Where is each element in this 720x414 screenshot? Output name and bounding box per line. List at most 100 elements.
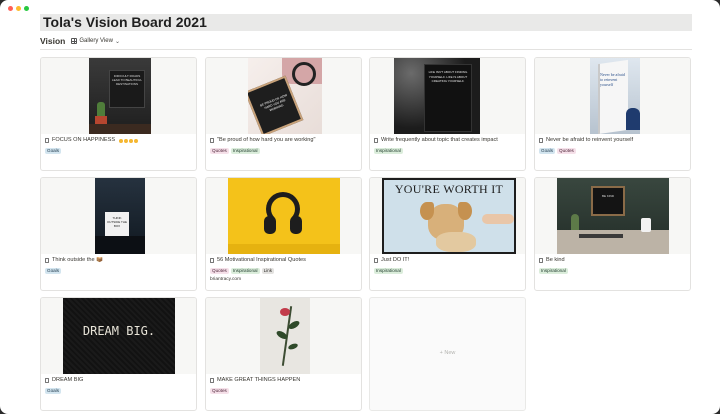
gallery-card[interactable]: BE KIND Be kind Inspirational xyxy=(534,177,691,291)
tag-goals: Goals xyxy=(45,268,62,274)
card-title-text: Never be afraid to reinvent yourself xyxy=(546,137,634,143)
new-card-button[interactable]: + New xyxy=(369,297,526,411)
app-window: Tola's Vision Board 2021 Vision Gallery … xyxy=(0,0,720,414)
tag-inspirational: Inspirational xyxy=(539,268,568,274)
card-title: Just DO IT! xyxy=(374,257,524,264)
card-title-text: Just DO IT! xyxy=(381,257,410,263)
tag-quotes: Quotes xyxy=(210,268,229,274)
card-cover: LIFE ISN'T ABOUT FINDING YOURSELF. LIFE … xyxy=(370,58,525,134)
cover-image: THINK OUTSIDE THE BOX xyxy=(95,178,145,254)
card-cover: YOU'RE WORTH IT xyxy=(370,178,525,254)
card-tags: Quotes Inspirational Link xyxy=(210,268,275,274)
card-title: 56 Motivational Inspirational Quotes xyxy=(210,257,360,264)
cover-image: DIFFICULT ROADS LEAD TO BEAUTIFUL DESTIN… xyxy=(89,58,151,134)
gallery-card[interactable]: DREAM BIG. DREAM BIG Goals xyxy=(40,297,197,411)
view-switcher[interactable]: Gallery View ⌄ xyxy=(71,38,120,45)
cover-image: BE PROUD OF HOW HARD YOU ARE WORKING xyxy=(248,58,322,134)
card-tags: Quotes Inspirational xyxy=(210,148,260,154)
card-cover: THINK OUTSIDE THE BOX xyxy=(41,178,196,254)
gallery-card[interactable]: BE PROUD OF HOW HARD YOU ARE WORKING "Be… xyxy=(205,57,362,171)
cover-text: Never be afraid to reinvent yourself xyxy=(600,72,625,87)
card-tags: Goals xyxy=(45,388,62,394)
card-tags: Inspirational xyxy=(374,148,403,154)
card-cover: BE PROUD OF HOW HARD YOU ARE WORKING xyxy=(206,58,361,134)
gallery-card[interactable]: DIFFICULT ROADS LEAD TO BEAUTIFUL DESTIN… xyxy=(40,57,197,171)
cover-image xyxy=(260,298,310,374)
cover-image: DREAM BIG. xyxy=(63,298,175,374)
page-icon xyxy=(539,138,543,143)
view-bar: Vision Gallery View ⌄ xyxy=(40,34,120,48)
cover-image: Never be afraid to reinvent yourself xyxy=(590,58,640,134)
card-cover: DREAM BIG. xyxy=(41,298,196,374)
card-title: MAKE GREAT THINGS HAPPEN xyxy=(210,377,360,384)
card-title: Write frequently about topic that create… xyxy=(374,137,524,144)
card-cover: Never be afraid to reinvent yourself xyxy=(535,58,690,134)
card-title-text: "Be proud of how hard you are working" xyxy=(217,137,316,143)
gallery-card[interactable]: 56 Motivational Inspirational Quotes Quo… xyxy=(205,177,362,291)
view-name[interactable]: Vision xyxy=(40,36,65,46)
page-icon xyxy=(210,138,214,143)
gallery-grid-icon xyxy=(71,38,78,44)
gallery-card[interactable]: LIFE ISN'T ABOUT FINDING YOURSELF. LIFE … xyxy=(369,57,526,171)
card-title: FOCUS ON HAPPINESS xyxy=(45,137,195,144)
cover-text: YOU'RE WORTH IT xyxy=(394,182,504,196)
tag-quotes: Quotes xyxy=(557,148,576,154)
card-tags: Goals Quotes xyxy=(539,148,576,154)
page-title[interactable]: Tola's Vision Board 2021 xyxy=(40,14,692,31)
card-title-text: Think outside the 📦 xyxy=(52,257,104,263)
tag-goals: Goals xyxy=(45,388,62,394)
page-icon xyxy=(374,138,378,143)
gallery-card[interactable]: YOU'RE WORTH IT Just DO IT! Inspirationa… xyxy=(369,177,526,291)
card-title: Be kind xyxy=(539,257,689,264)
card-cover: DIFFICULT ROADS LEAD TO BEAUTIFUL DESTIN… xyxy=(41,58,196,134)
minimize-window-button[interactable] xyxy=(16,6,21,11)
cover-image xyxy=(228,178,340,254)
card-title: DREAM BIG xyxy=(45,377,195,384)
tag-inspirational: Inspirational xyxy=(230,268,260,274)
cover-text: DIFFICULT ROADS LEAD TO BEAUTIFUL DESTIN… xyxy=(111,74,143,86)
page-icon xyxy=(539,258,543,263)
card-title-text: FOCUS ON HAPPINESS xyxy=(52,137,116,143)
card-tags: Quotes xyxy=(210,388,229,394)
tag-goals: Goals xyxy=(45,148,62,154)
cover-image: LIFE ISN'T ABOUT FINDING YOURSELF. LIFE … xyxy=(394,58,480,134)
cover-text: DREAM BIG. xyxy=(82,324,156,338)
view-switcher-label: Gallery View xyxy=(79,38,113,44)
card-tags: Goals xyxy=(45,268,62,274)
card-title-text: DREAM BIG xyxy=(52,377,84,383)
card-title-text: 56 Motivational Inspirational Quotes xyxy=(217,257,306,263)
card-tags: Goals xyxy=(45,148,62,154)
page-icon xyxy=(374,258,378,263)
card-title-text: Be kind xyxy=(546,257,565,263)
tag-inspirational: Inspirational xyxy=(374,148,403,154)
card-title-text: MAKE GREAT THINGS HAPPEN xyxy=(217,377,301,383)
page-icon xyxy=(45,378,49,383)
gallery-card[interactable]: Never be afraid to reinvent yourself Nev… xyxy=(534,57,691,171)
maximize-window-button[interactable] xyxy=(24,6,29,11)
gallery-card[interactable]: THINK OUTSIDE THE BOX Think outside the … xyxy=(40,177,197,291)
emoji-icons xyxy=(119,138,139,143)
page-icon xyxy=(210,258,214,263)
tag-inspirational: Inspirational xyxy=(230,148,260,154)
chevron-down-icon: ⌄ xyxy=(114,38,120,45)
card-title-text: Write frequently about topic that create… xyxy=(381,137,498,143)
close-window-button[interactable] xyxy=(8,6,13,11)
cover-text: BE KIND xyxy=(601,194,614,198)
cover-text: THINK OUTSIDE THE BOX xyxy=(106,216,128,228)
card-cover: BE KIND xyxy=(535,178,690,254)
gallery-card[interactable]: MAKE GREAT THINGS HAPPEN Quotes xyxy=(205,297,362,411)
card-cover xyxy=(206,298,361,374)
view-divider xyxy=(40,49,692,50)
page-icon xyxy=(45,258,49,263)
card-url[interactable]: briantracy.com xyxy=(210,277,241,282)
cover-text: LIFE ISN'T ABOUT FINDING YOURSELF. LIFE … xyxy=(428,70,468,84)
cover-image: BE KIND xyxy=(557,178,669,254)
page-icon xyxy=(210,378,214,383)
cover-image: YOU'RE WORTH IT xyxy=(382,178,516,254)
card-tags: Inspirational xyxy=(539,268,568,274)
card-title: "Be proud of how hard you are working" xyxy=(210,137,360,144)
tag-link: Link xyxy=(261,268,275,274)
card-title: Think outside the 📦 xyxy=(45,257,195,264)
tag-quotes: Quotes xyxy=(210,148,229,154)
page-icon xyxy=(45,138,49,143)
